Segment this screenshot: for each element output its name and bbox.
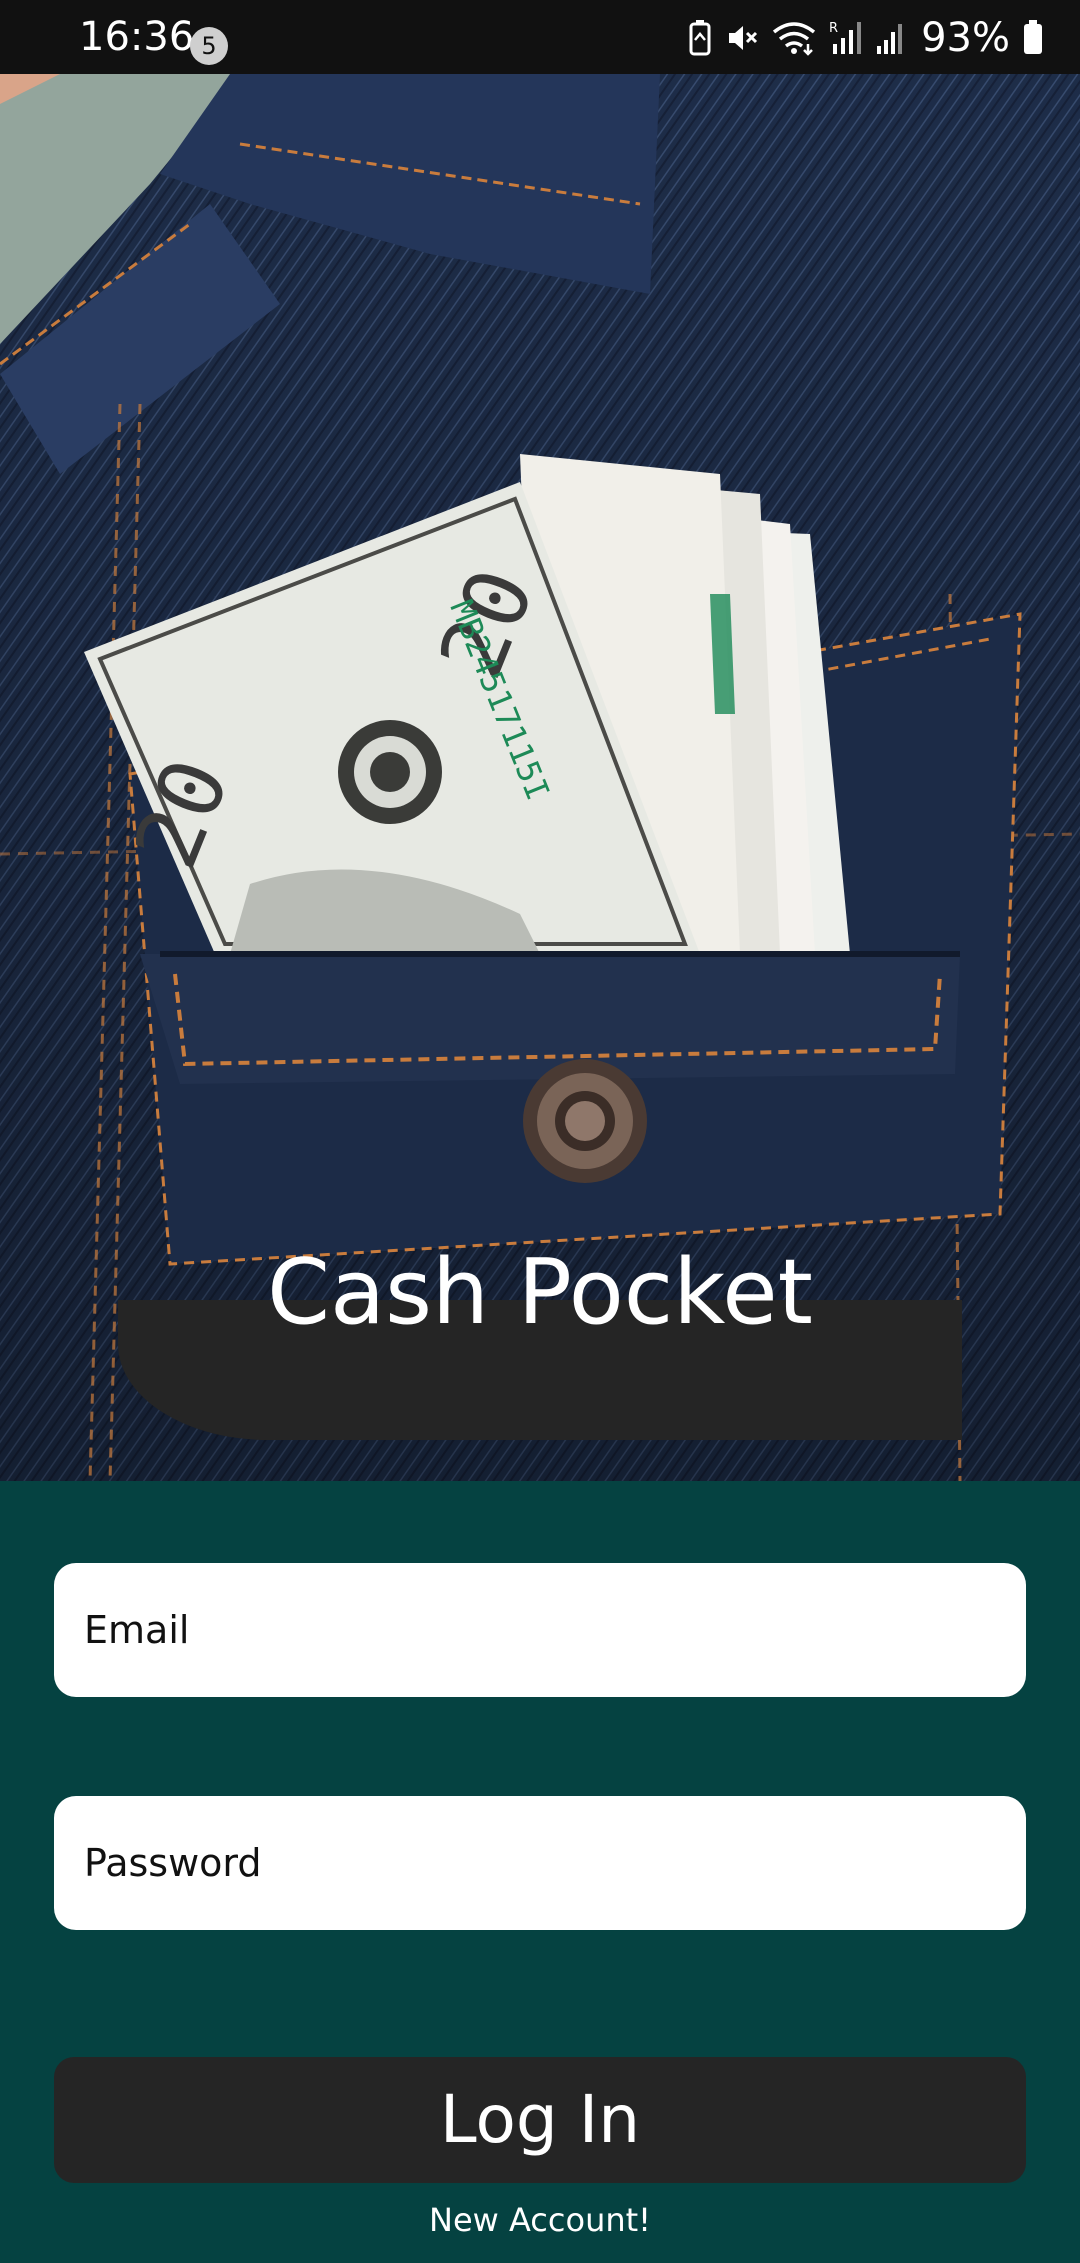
status-bar: 16:36 5 R 93% bbox=[0, 0, 1080, 74]
login-button[interactable]: Log In bbox=[54, 2057, 1026, 2183]
signal-icon bbox=[875, 20, 905, 56]
password-field[interactable] bbox=[54, 1796, 1026, 1930]
battery-saver-icon bbox=[687, 20, 713, 56]
new-account-link[interactable]: New Account! bbox=[0, 2200, 1080, 2240]
wifi-icon bbox=[771, 20, 817, 56]
status-icons: R 93% bbox=[687, 16, 1044, 60]
signal-roaming-icon: R bbox=[829, 20, 863, 56]
email-input[interactable] bbox=[82, 1607, 1026, 1653]
svg-text:R: R bbox=[829, 21, 838, 36]
app-title: Cash Pocket bbox=[267, 1240, 813, 1345]
battery-icon bbox=[1022, 20, 1044, 56]
status-time: 16:36 bbox=[79, 14, 195, 60]
email-field[interactable] bbox=[54, 1563, 1026, 1697]
mute-icon bbox=[725, 21, 759, 55]
battery-percent: 93% bbox=[921, 15, 1010, 61]
password-input[interactable] bbox=[82, 1840, 1026, 1886]
notification-count-badge: 5 bbox=[190, 27, 228, 65]
